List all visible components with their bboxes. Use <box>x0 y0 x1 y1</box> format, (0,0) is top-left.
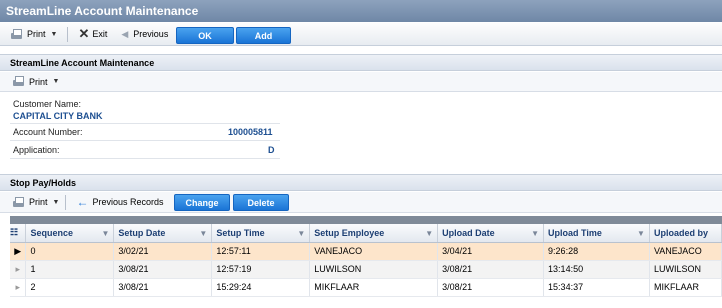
account-section-header: StreamLine Account Maintenance <box>0 54 722 71</box>
cell-setup-date: 3/08/21 <box>113 278 213 297</box>
column-header-label: Upload Time <box>548 227 602 238</box>
table-row[interactable]: ▶ 0 3/02/21 12:57:11 VANEJACO 3/04/21 9:… <box>10 242 722 261</box>
cell-setup-time: 15:29:24 <box>211 278 311 297</box>
table-row[interactable]: ▸ 2 3/08/21 15:29:24 MIKFLAAR 3/08/21 15… <box>10 278 722 297</box>
account-number-label: Account Number: <box>13 127 83 137</box>
cell-upload-time: 15:34:37 <box>543 278 650 297</box>
previous-button[interactable]: ◀ Previous <box>117 29 172 40</box>
column-header-upload-date[interactable]: Upload Date ▼ <box>437 224 545 243</box>
print-label: Print <box>29 197 48 207</box>
column-header-setup-date[interactable]: Setup Date ▼ <box>113 224 213 243</box>
chevron-down-icon: ▼ <box>52 198 60 206</box>
cell-upload-date: 3/08/21 <box>437 278 545 297</box>
row-indicator-icon: ▸ <box>10 278 27 297</box>
cell-setup-employee: LUWILSON <box>309 260 439 279</box>
column-chooser-icon[interactable]: ☷ <box>10 224 27 243</box>
customer-name-value: CAPITAL CITY BANK <box>13 111 103 121</box>
cell-setup-time: 12:57:11 <box>211 242 311 261</box>
exit-button[interactable]: ✕ Exit <box>74 26 111 42</box>
cell-upload-date: 3/08/21 <box>437 260 545 279</box>
close-icon: ✕ <box>78 26 90 41</box>
stop-pay-toolbar: Print ▼ ← Previous Records Change Delete <box>0 192 722 213</box>
printer-icon <box>10 28 23 40</box>
cell-upload-time: 9:26:28 <box>543 242 650 261</box>
cell-setup-employee: MIKFLAAR <box>309 278 439 297</box>
cell-sequence: 2 <box>25 278 115 297</box>
print-label: Print <box>29 76 48 87</box>
column-header-upload-time[interactable]: Upload Time ▼ <box>543 224 650 243</box>
grid-header-row: ☷ Sequence ▼ Setup Date ▼ Setup Time ▼ S… <box>10 224 722 243</box>
account-number-value: 100005811 <box>228 127 273 137</box>
divider <box>10 123 280 124</box>
customer-name-label: Customer Name: <box>13 99 82 109</box>
toolbar-divider <box>65 194 67 210</box>
divider <box>10 140 280 141</box>
previous-records-button[interactable]: ← Previous Records <box>72 195 167 209</box>
cell-setup-date: 3/02/21 <box>113 242 213 261</box>
filter-icon[interactable]: ▼ <box>531 229 539 238</box>
stop-pay-grid: ☷ Sequence ▼ Setup Date ▼ Setup Time ▼ S… <box>10 224 722 297</box>
column-header-uploaded-by[interactable]: Uploaded by <box>649 224 722 243</box>
column-header-label: Upload Date <box>442 227 495 238</box>
application-value: D <box>268 145 275 155</box>
arrow-left-icon: ← <box>76 195 89 209</box>
cell-upload-time: 13:14:50 <box>543 260 650 279</box>
cell-sequence: 0 <box>25 242 115 261</box>
add-button[interactable]: Add <box>236 27 291 44</box>
column-header-label: Sequence <box>30 227 74 238</box>
cell-setup-date: 3/08/21 <box>113 260 213 279</box>
account-print-toolbar: Print ▼ <box>0 72 722 92</box>
cell-upload-date: 3/04/21 <box>437 242 545 261</box>
filter-icon[interactable]: ▼ <box>199 229 207 238</box>
previous-records-label: Previous Records <box>92 197 164 207</box>
filter-icon[interactable]: ▼ <box>102 229 110 238</box>
divider <box>10 158 280 159</box>
chevron-down-icon: ▼ <box>52 78 60 85</box>
cell-setup-employee: VANEJACO <box>309 242 439 261</box>
cell-sequence: 1 <box>25 260 115 279</box>
printer-icon <box>12 76 25 87</box>
column-header-setup-time[interactable]: Setup Time ▼ <box>211 224 311 243</box>
application-label: Application: <box>13 145 60 155</box>
print-menu-button[interactable]: Print ▼ <box>6 28 61 40</box>
account-print-button[interactable]: Print ▼ <box>12 76 59 87</box>
printer-icon <box>12 196 25 208</box>
filter-icon[interactable]: ▼ <box>425 229 433 238</box>
grid-group-panel <box>10 216 722 224</box>
previous-label: Previous <box>133 29 169 39</box>
filter-icon[interactable]: ▼ <box>297 229 305 238</box>
cell-uploaded-by: MIKFLAAR <box>649 278 722 297</box>
print-label: Print <box>27 29 46 39</box>
column-header-label: Setup Date <box>118 227 166 238</box>
cell-uploaded-by: VANEJACO <box>649 242 722 261</box>
main-toolbar: Print ▼ ✕ Exit ◀ Previous OK Add <box>0 23 722 46</box>
window-title: StreamLine Account Maintenance <box>0 0 722 22</box>
column-header-label: Uploaded by <box>653 227 708 238</box>
column-header-sequence[interactable]: Sequence ▼ <box>25 224 115 243</box>
current-row-indicator-icon: ▶ <box>10 242 27 261</box>
ok-button[interactable]: OK <box>176 27 234 44</box>
delete-button[interactable]: Delete <box>233 194 289 211</box>
chevron-down-icon: ▼ <box>50 30 58 38</box>
toolbar-divider <box>67 26 69 42</box>
stop-pay-print-button[interactable]: Print ▼ <box>12 196 60 208</box>
column-header-label: Setup Employee <box>314 227 385 238</box>
row-indicator-icon: ▸ <box>10 260 27 279</box>
table-row[interactable]: ▸ 1 3/08/21 12:57:19 LUWILSON 3/08/21 13… <box>10 260 722 279</box>
exit-label: Exit <box>92 29 108 39</box>
back-arrow-icon: ◀ <box>121 28 129 39</box>
stop-pay-section-header: Stop Pay/Holds <box>0 174 722 191</box>
cell-uploaded-by: LUWILSON <box>649 260 722 279</box>
column-header-setup-employee[interactable]: Setup Employee ▼ <box>309 224 439 243</box>
filter-icon[interactable]: ▼ <box>637 229 645 238</box>
change-button[interactable]: Change <box>174 194 230 211</box>
column-header-label: Setup Time <box>216 227 265 238</box>
cell-setup-time: 12:57:19 <box>211 260 311 279</box>
